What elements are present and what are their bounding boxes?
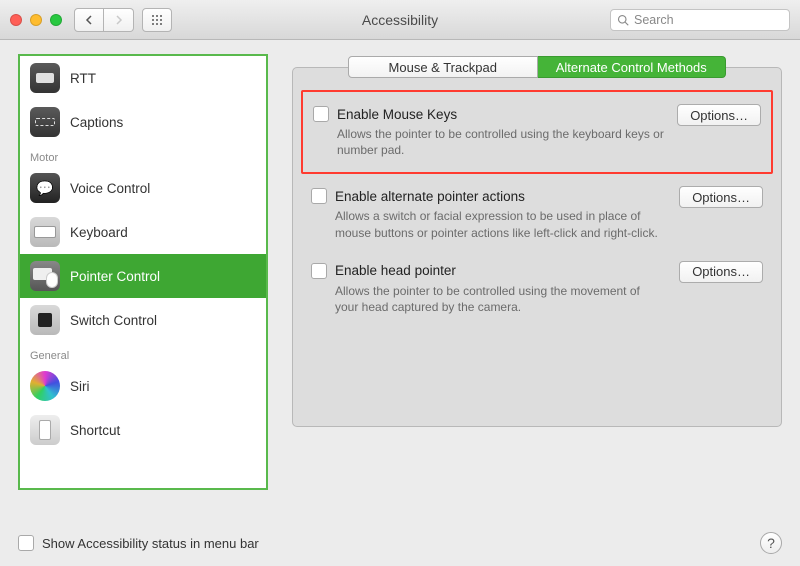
tabbar: Mouse & Trackpad Alternate Control Metho…	[348, 56, 726, 78]
sidebar-item-label: Pointer Control	[70, 269, 160, 284]
sidebar-item-keyboard[interactable]: Keyboard	[20, 210, 266, 254]
sidebar-group-general: General	[20, 342, 266, 364]
minimize-window-icon[interactable]	[30, 14, 42, 26]
options-button-head-pointer[interactable]: Options…	[679, 261, 763, 283]
options-button-mouse-keys[interactable]: Options…	[677, 104, 761, 126]
search-icon	[617, 14, 629, 26]
captions-icon	[30, 107, 60, 137]
sidebar-item-voice-control[interactable]: Voice Control	[20, 166, 266, 210]
sidebar-item-label: RTT	[70, 71, 96, 86]
nav-buttons	[74, 8, 134, 32]
shortcut-icon	[30, 415, 60, 445]
pointer-control-icon	[30, 261, 60, 291]
content-area: RTT Captions Motor Voice Control Keyboar…	[0, 40, 800, 520]
chevron-right-icon	[114, 15, 124, 25]
sidebar-item-label: Shortcut	[70, 423, 120, 438]
sidebar-item-label: Siri	[70, 379, 90, 394]
sidebar-group-motor: Motor	[20, 144, 266, 166]
checkbox-enable-head-pointer[interactable]	[311, 263, 327, 279]
sidebar-item-captions[interactable]: Captions	[20, 100, 266, 144]
option-enable-alternate-pointer-actions: Enable alternate pointer actions Allows …	[311, 182, 763, 256]
sidebar-item-rtt[interactable]: RTT	[20, 56, 266, 100]
help-button[interactable]: ?	[760, 532, 782, 554]
checkbox-show-status-menubar[interactable]	[18, 535, 34, 551]
keyboard-icon	[30, 217, 60, 247]
option-description: Allows a switch or facial expression to …	[335, 208, 665, 240]
sidebar-item-pointer-control[interactable]: Pointer Control	[20, 254, 266, 298]
option-label: Enable head pointer	[335, 263, 456, 278]
titlebar: Accessibility Search	[0, 0, 800, 40]
forward-button[interactable]	[104, 8, 134, 32]
sidebar-list[interactable]: RTT Captions Motor Voice Control Keyboar…	[18, 54, 268, 490]
option-enable-head-pointer: Enable head pointer Allows the pointer t…	[311, 257, 763, 331]
close-window-icon[interactable]	[10, 14, 22, 26]
siri-icon	[30, 371, 60, 401]
footer-label: Show Accessibility status in menu bar	[42, 536, 259, 551]
search-input[interactable]: Search	[610, 9, 790, 31]
option-description: Allows the pointer to be controlled usin…	[337, 126, 667, 158]
highlight-mouse-keys: Enable Mouse Keys Allows the pointer to …	[301, 90, 773, 174]
checkbox-enable-mouse-keys[interactable]	[313, 106, 329, 122]
grid-icon	[151, 14, 163, 26]
switch-control-icon	[30, 305, 60, 335]
show-all-button[interactable]	[142, 8, 172, 32]
main-pane: Mouse & Trackpad Alternate Control Metho…	[292, 54, 782, 520]
tab-alternate-control-methods[interactable]: Alternate Control Methods	[538, 56, 727, 78]
sidebar-item-label: Switch Control	[70, 313, 157, 328]
search-placeholder: Search	[634, 13, 674, 27]
zoom-window-icon[interactable]	[50, 14, 62, 26]
options-panel: Enable Mouse Keys Allows the pointer to …	[292, 67, 782, 427]
sidebar-item-siri[interactable]: Siri	[20, 364, 266, 408]
tab-mouse-trackpad[interactable]: Mouse & Trackpad	[348, 56, 538, 78]
sidebar-item-label: Captions	[70, 115, 123, 130]
option-description: Allows the pointer to be controlled usin…	[335, 283, 665, 315]
sidebar-item-label: Voice Control	[70, 181, 150, 196]
sidebar: RTT Captions Motor Voice Control Keyboar…	[18, 54, 268, 520]
sidebar-item-shortcut[interactable]: Shortcut	[20, 408, 266, 452]
option-label: Enable alternate pointer actions	[335, 189, 525, 204]
rtt-icon	[30, 63, 60, 93]
back-button[interactable]	[74, 8, 104, 32]
sidebar-item-switch-control[interactable]: Switch Control	[20, 298, 266, 342]
options-button-alternate-pointer[interactable]: Options…	[679, 186, 763, 208]
footer: Show Accessibility status in menu bar ?	[0, 520, 800, 566]
sidebar-item-label: Keyboard	[70, 225, 128, 240]
window-controls	[10, 14, 62, 26]
option-enable-mouse-keys: Enable Mouse Keys Allows the pointer to …	[313, 100, 761, 162]
checkbox-enable-alternate-pointer-actions[interactable]	[311, 188, 327, 204]
question-mark-icon: ?	[767, 535, 775, 551]
option-label: Enable Mouse Keys	[337, 107, 457, 122]
voice-control-icon	[30, 173, 60, 203]
chevron-left-icon	[84, 15, 94, 25]
